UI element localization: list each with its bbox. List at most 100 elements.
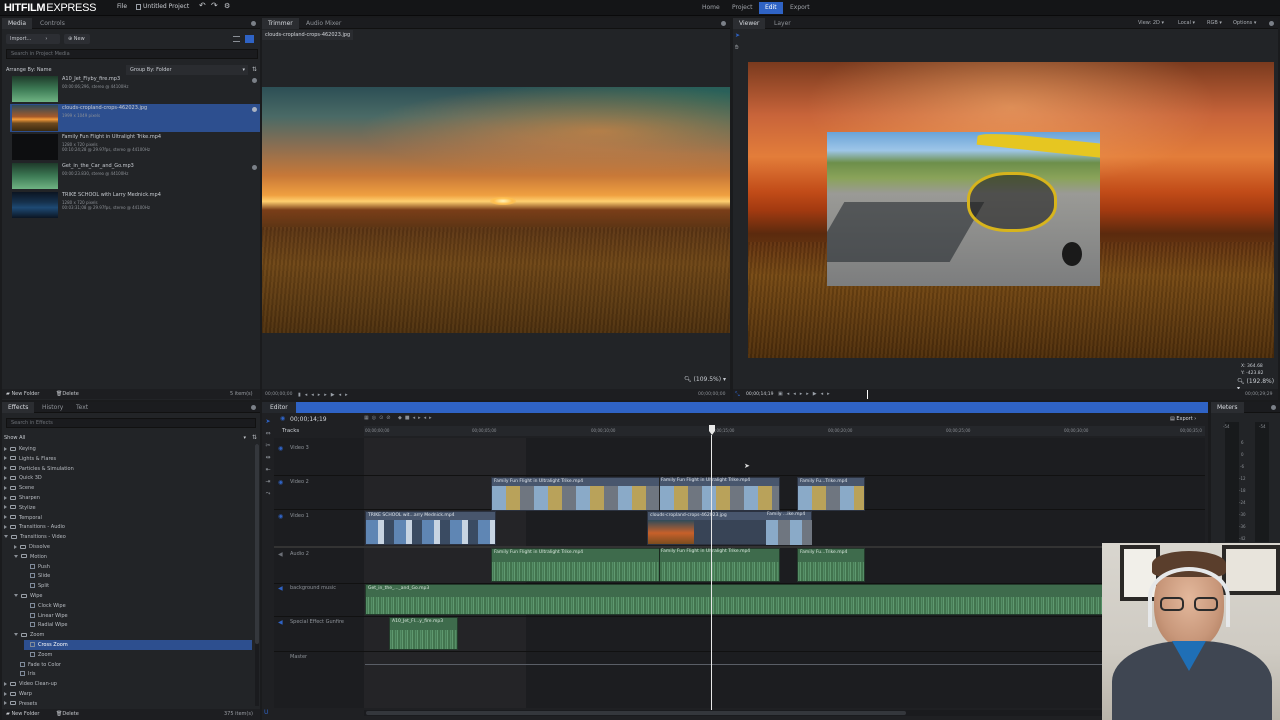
media-item[interactable]: TRIKE SCHOOL with Larry Mednick.mp4 1280… — [10, 191, 260, 219]
show-all-dropdown[interactable]: Show All ▾ — [4, 433, 248, 443]
rate-tool-icon[interactable]: ⤳ — [263, 488, 273, 500]
menu-file[interactable]: File — [117, 3, 127, 10]
tab-trimmer[interactable]: Trimmer — [262, 18, 299, 29]
timeline-clip-video[interactable]: TRIKE SCHOOL wit...arry Mednick.mp4 — [365, 511, 496, 545]
effects-folder[interactable]: Presets — [4, 699, 37, 709]
effects-item[interactable]: Clock Wipe — [24, 601, 66, 611]
arrange-by-dropdown[interactable]: Arrange By: Name — [6, 67, 52, 73]
expand-arrow-icon[interactable] — [4, 456, 7, 461]
tab-effects[interactable]: Effects — [2, 402, 35, 413]
effects-folder[interactable]: Lights & Flares — [4, 454, 56, 464]
list-view-icon[interactable] — [233, 36, 240, 42]
effects-item[interactable]: Zoom — [24, 650, 52, 660]
tab-editor[interactable]: Editor — [262, 402, 296, 413]
item-options-icon[interactable] — [252, 165, 257, 170]
effects-item[interactable]: Slide — [24, 571, 50, 581]
playhead-line[interactable] — [711, 435, 712, 713]
item-options-icon[interactable] — [252, 78, 257, 83]
options-dropdown[interactable]: Options ▾ — [1233, 20, 1256, 26]
speaker-icon[interactable]: ◀ — [278, 585, 283, 592]
timeline-clip-audio[interactable]: Get_in_the_..._and_Go.mp3 — [365, 584, 1205, 615]
nav-tab-home[interactable]: Home — [696, 2, 726, 14]
project-title[interactable]: Untitled Project — [143, 3, 189, 10]
import-button[interactable]: Import... › — [6, 34, 60, 44]
media-search-input[interactable]: Search in Project Media — [6, 49, 258, 59]
effects-item[interactable]: Push — [24, 562, 50, 572]
view-mode-dropdown[interactable]: View: 2D ▾ — [1138, 20, 1164, 26]
select-tool-icon[interactable]: ➤ — [263, 416, 273, 428]
pan-tool-icon[interactable]: ✋︎ — [735, 44, 738, 52]
tab-layer[interactable]: Layer — [768, 18, 797, 29]
expand-arrow-icon[interactable] — [4, 681, 7, 686]
media-item[interactable]: A10_Jet_Flyby_fire.mp3 00:00:06;296, ste… — [10, 75, 260, 103]
select-tool-icon[interactable]: ➤ — [735, 32, 740, 39]
eye-icon[interactable]: ◉ — [278, 445, 283, 452]
effects-folder[interactable]: Video Clean-up — [4, 679, 57, 689]
effects-folder[interactable]: Particles & Simulation — [4, 464, 74, 474]
group-by-dropdown[interactable]: Group By: Folder ▾ — [126, 65, 248, 75]
trimmer-transport-buttons[interactable]: ▮◂◂▸▸▶◂▸ — [298, 392, 352, 398]
effects-folder[interactable]: Temporal — [4, 513, 42, 523]
item-options-icon[interactable] — [252, 107, 257, 112]
expand-arrow-icon[interactable] — [4, 535, 8, 539]
tab-controls[interactable]: Controls — [34, 18, 71, 29]
media-item[interactable]: Get_in_the_Car_and_Go.mp3 00:00:23.830, … — [10, 162, 260, 190]
effects-folder[interactable]: Stylize — [4, 503, 36, 513]
speaker-icon[interactable]: ◀ — [278, 551, 283, 558]
nav-tab-project[interactable]: Project — [726, 2, 759, 14]
effects-folder[interactable]: Wipe — [14, 591, 42, 601]
effects-folder[interactable]: Quick 3D — [4, 473, 42, 483]
expand-arrow-icon[interactable] — [14, 544, 17, 549]
viewer-transport-buttons[interactable]: ▣◂◂▸▸▶◂▸ — [778, 391, 834, 397]
expand-arrow-icon[interactable] — [14, 594, 18, 597]
expand-arrow-icon[interactable] — [4, 446, 7, 451]
expand-arrow-icon[interactable] — [14, 633, 18, 637]
redo-icon[interactable]: ↷ — [211, 1, 218, 10]
tab-media[interactable]: Media — [2, 18, 33, 29]
channel-dropdown[interactable]: RGB ▾ — [1207, 20, 1222, 26]
effects-folder[interactable]: Sharpen — [4, 493, 40, 503]
effects-item[interactable]: Linear Wipe — [24, 611, 68, 621]
effects-item[interactable]: Radial Wipe — [24, 620, 68, 630]
effects-search-input[interactable]: Search in Effects — [6, 418, 256, 428]
effects-folder[interactable]: Zoom — [14, 630, 44, 640]
viewer-scrub-playhead[interactable] — [867, 390, 868, 399]
expand-arrow-icon[interactable] — [4, 524, 7, 529]
expand-arrow-icon[interactable] — [4, 505, 7, 510]
ripple-tool-icon[interactable]: ⇤ — [263, 464, 273, 476]
sort-icon[interactable]: ⇅ — [252, 434, 257, 441]
eye-icon[interactable]: ◉ — [278, 513, 283, 520]
media-item-selected[interactable]: clouds-cropland-crops-462023.jpg 1999 x … — [10, 104, 260, 132]
effects-folder[interactable]: Keying — [4, 444, 36, 454]
effects-folder[interactable]: Transitions - Video — [4, 532, 66, 542]
panel-options-icon[interactable] — [1269, 21, 1274, 26]
effects-folder[interactable]: Motion — [14, 552, 47, 562]
nav-tab-edit[interactable]: Edit — [759, 2, 783, 14]
expand-arrow-icon[interactable] — [4, 485, 7, 490]
timeline-scrollbar[interactable] — [364, 710, 1205, 716]
tab-text[interactable]: Text — [70, 402, 94, 413]
new-button[interactable]: ⊕ New — [64, 34, 90, 44]
expand-arrow-icon[interactable] — [4, 495, 7, 500]
effects-item[interactable]: Fade to Color — [14, 660, 61, 670]
expand-arrow-icon[interactable] — [4, 701, 7, 706]
export-button[interactable]: ▤ Export › — [1170, 416, 1196, 422]
new-folder-button[interactable]: ▰ New Folder — [6, 391, 39, 397]
timeline-clip-audio[interactable]: Family Fu...Trike.mp4 — [797, 548, 865, 582]
eye-icon[interactable]: ◉ — [278, 479, 283, 486]
snap-icon[interactable]: U — [264, 709, 268, 716]
editor-tool-buttons[interactable]: ▦◎⊙⊘ ◆■◂▸◂▸ — [364, 415, 435, 421]
tab-meters[interactable]: Meters — [1211, 402, 1244, 413]
panel-options-icon[interactable] — [251, 21, 256, 26]
media-item[interactable]: Family Fun Flight in Ultralight Trike.mp… — [10, 133, 260, 161]
expand-arrow-icon[interactable] — [4, 691, 7, 696]
timeline-clip-audio[interactable]: A10_Jet_Fl...y_fire.mp3 — [389, 617, 458, 650]
new-folder-button[interactable]: ▰ New Folder — [6, 711, 39, 717]
slip-tool-icon[interactable]: ⇔ — [263, 428, 273, 440]
timeline-clip-video[interactable]: Family Fu...Trike.mp4 — [797, 477, 865, 511]
gear-icon[interactable]: ⚙ — [224, 2, 230, 10]
detail-view-icon[interactable] — [245, 35, 254, 43]
sort-icon[interactable]: ⇅ — [252, 66, 257, 73]
slide-tool-icon[interactable]: ⇹ — [263, 452, 273, 464]
effects-folder[interactable]: Scene — [4, 483, 34, 493]
